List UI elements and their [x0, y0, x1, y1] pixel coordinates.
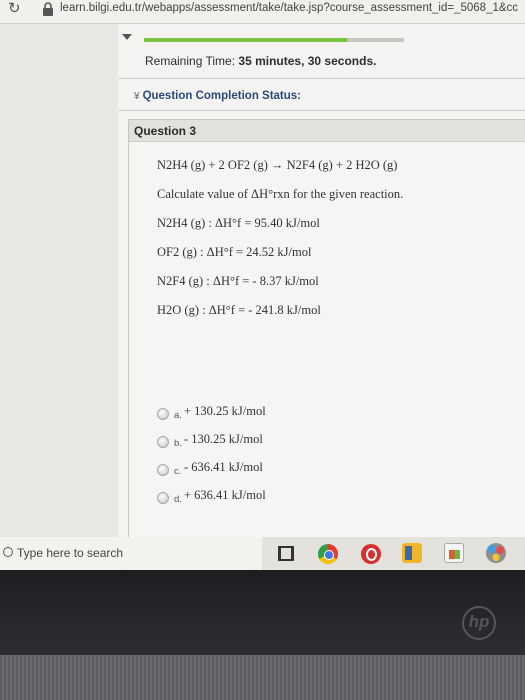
answer-option-b[interactable]: b. - 130.25 kJ/mol [157, 432, 457, 452]
divider [118, 110, 525, 111]
enthalpy-h2o: H2O (g) : ΔH°f = - 241.8 kJ/mol [157, 303, 321, 317]
store-icon[interactable] [444, 543, 464, 563]
progress-bar [144, 38, 404, 42]
screen: ↻ learn.bilgi.edu.tr/webapps/assessment/… [0, 0, 525, 570]
taskbar-search-box[interactable]: Type here to search [0, 537, 262, 570]
radio-button[interactable] [157, 492, 169, 504]
question-box: Question 3 N2H4 (g) + 2 OF2 (g) → N2F4 (… [128, 119, 525, 539]
divider [118, 78, 525, 79]
progress-bar-fill [144, 38, 347, 42]
search-icon [3, 547, 13, 557]
enthalpy-n2h4: N2H4 (g) : ΔH°f = 95.40 kJ/mol [157, 216, 320, 230]
option-text: - 130.25 kJ/mol [184, 432, 263, 446]
file-explorer-icon[interactable] [402, 543, 422, 563]
completion-status-label: Question Completion Status: [142, 90, 302, 102]
chevron-down-icon: ¥ [134, 91, 140, 102]
windows-taskbar: Type here to search [0, 537, 525, 570]
option-text: - 636.41 kJ/mol [184, 460, 263, 474]
answer-option-a[interactable]: a. + 130.25 kJ/mol [157, 404, 457, 424]
assessment-page: Remaining Time: 35 minutes, 30 seconds. … [118, 24, 525, 554]
enthalpy-n2f4: N2F4 (g) : ΔH°f = - 8.37 kJ/mol [157, 274, 319, 288]
question-prompt: Calculate value of ΔH°rxn for the given … [157, 187, 404, 201]
question-completion-status[interactable]: ¥ Question Completion Status: [134, 90, 301, 102]
opera-icon[interactable] [361, 544, 381, 564]
remaining-time-label: Remaining Time: [145, 54, 236, 68]
option-letter: c. [174, 466, 182, 477]
answer-option-d[interactable]: d. + 636.41 kJ/mol [157, 488, 457, 508]
chrome-icon[interactable] [318, 544, 338, 564]
collapse-caret-icon[interactable] [122, 34, 132, 40]
question-title: Question 3 [134, 124, 197, 138]
remaining-time-value: 35 minutes, 30 seconds. [238, 54, 377, 68]
reaction-equation: N2H4 (g) + 2 OF2 (g) → N2F4 (g) + 2 H2O … [157, 158, 398, 172]
keyboard-hinge [0, 655, 525, 700]
lock-icon [43, 2, 53, 16]
search-placeholder[interactable]: Type here to search [17, 546, 123, 560]
option-letter: a. [174, 410, 182, 421]
radio-button[interactable] [157, 408, 169, 420]
url-text[interactable]: learn.bilgi.edu.tr/webapps/assessment/ta… [60, 2, 518, 14]
option-text: + 636.41 kJ/mol [184, 488, 266, 502]
reload-icon[interactable]: ↻ [8, 1, 24, 17]
task-view-icon[interactable] [278, 546, 294, 561]
answer-option-c[interactable]: c. - 636.41 kJ/mol [157, 460, 457, 480]
enthalpy-of2: OF2 (g) : ΔH°f = 24.52 kJ/mol [157, 245, 312, 259]
hp-logo: hp [462, 606, 496, 640]
question-header: Question 3 [129, 120, 525, 142]
radio-button[interactable] [157, 436, 169, 448]
paint-icon[interactable] [486, 543, 506, 563]
option-letter: b. [174, 438, 182, 449]
option-text: + 130.25 kJ/mol [184, 404, 266, 418]
browser-address-bar: ↻ learn.bilgi.edu.tr/webapps/assessment/… [0, 0, 525, 24]
radio-button[interactable] [157, 464, 169, 476]
remaining-time: Remaining Time: 35 minutes, 30 seconds. [145, 54, 376, 68]
option-letter: d. [174, 494, 182, 505]
progress-row [118, 32, 525, 48]
